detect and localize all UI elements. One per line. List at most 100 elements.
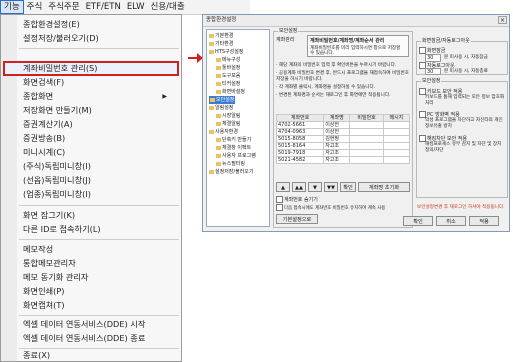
tree-item-hts-config[interactable]: HTS구성설정 xyxy=(209,48,243,56)
folder-icon xyxy=(209,129,214,134)
table-row[interactable]: 5015-8058 김현정 xyxy=(275,135,411,143)
menu-item-capture-screen[interactable]: 화면캡쳐(T) xyxy=(23,299,65,312)
menu-item-environment-settings[interactable]: 종합환경설정(E) xyxy=(23,18,80,31)
menu-stock-order[interactable]: 주식주문 xyxy=(45,0,82,14)
tree-item-market-alert[interactable]: 시장알림 xyxy=(216,112,240,120)
security-group-title: 보안설정 xyxy=(278,28,299,35)
tree-item-security[interactable]: 보안설정 xyxy=(209,96,236,104)
menu-item-dde-start[interactable]: 엑셀 데이터 연동서비스(DDE) 시작 xyxy=(23,318,145,331)
restore-defaults-button[interactable]: 기본설정으로 xyxy=(276,214,318,224)
tree-item-alerts[interactable]: 알림설정 xyxy=(209,104,233,112)
hacking-block-option[interactable]: 해킹차단 보안 적용 xyxy=(419,135,467,142)
logout-minutes-field[interactable]: 30 xyxy=(425,68,441,75)
account-note-3: · 각 계좌별 클릭시, 계좌명을 설정하실 수 있습니다. xyxy=(276,85,376,90)
hide-account-option[interactable]: 계좌번호 숨기기 xyxy=(276,196,318,203)
account-header-box: 계좌비밀번호/계좌명/계좌순서 관리 계좌비밀번호를 미리 입력하시면 창으로 … xyxy=(307,35,409,57)
menu-item-stock-mini-window[interactable]: (주식)독립미니창(I) xyxy=(23,160,91,173)
move-up-button[interactable]: ▲ xyxy=(276,182,290,192)
menu-item-sector-mini-window[interactable]: (업종)독립미니창(I) xyxy=(23,188,91,201)
menu-item-futures-mini-window[interactable]: (선옵)독립미니창(J) xyxy=(23,174,91,187)
tree-item-user-env[interactable]: 사용자환경 xyxy=(209,128,238,136)
table-row[interactable]: 5019-7918 자고조 xyxy=(275,149,411,157)
function-dropdown-menu: 종합환경설정(E) 설정저장/불러오기(D) 계좌비밀번호 관리(S) 화면검색… xyxy=(0,14,182,362)
logout-suffix: 분 미사용 시, 자동종료 xyxy=(444,69,488,74)
apply-button[interactable]: 적용 xyxy=(469,216,499,226)
folder-icon xyxy=(216,121,221,126)
reset-account-name-button[interactable]: 계좌명 초기화 xyxy=(358,182,410,192)
menu-etf-etn[interactable]: ETF/ETN xyxy=(83,0,124,14)
tree-item-toolbar[interactable]: 툴바설정 xyxy=(216,64,240,72)
tree-item-user-program[interactable]: 사용자 프로그램 xyxy=(216,152,256,160)
ok-button[interactable]: 확인 xyxy=(403,216,433,226)
table-row[interactable]: 4704-0963 이상헌 xyxy=(275,128,411,136)
menu-item-screen-search[interactable]: 화면검색(F) xyxy=(23,76,64,89)
menu-item-print-screen[interactable]: 화면인쇄(P) xyxy=(23,285,64,298)
screen-lock-option[interactable]: 화면잠금 xyxy=(419,47,445,54)
folder-icon xyxy=(216,161,221,166)
menu-item-screen-lock[interactable]: 화면 잠그기(K) xyxy=(23,209,75,222)
menu-item-exit[interactable]: 종료(X) xyxy=(23,349,50,362)
checkbox[interactable] xyxy=(419,88,426,95)
menu-function[interactable]: 기능 xyxy=(0,0,24,14)
menu-item-account-password[interactable]: 계좌비밀번호 관리(S) xyxy=(23,62,97,75)
menu-item-login-other-id[interactable]: 다른 ID로 접속하기(L) xyxy=(23,223,101,236)
menu-elw[interactable]: ELW xyxy=(124,0,148,14)
keyboard-security-desc: 키보드를 통해 입력되는 모든 정보 암호화 처리 xyxy=(425,95,505,106)
checkbox[interactable] xyxy=(419,47,426,54)
relogin-notice: 보안설정변경 후 재로그인 하셔야 적용됩니다. xyxy=(417,205,505,210)
tree-item-shortcut[interactable]: 단축키 만들기 xyxy=(216,136,251,144)
table-row[interactable]: 5021-4582 자고조 xyxy=(275,156,411,164)
tree-item-ticker[interactable]: 티커설정 xyxy=(216,80,240,88)
tree-item-save-load[interactable]: 설정저장/불러오기 xyxy=(209,168,254,176)
menu-item-write-memo[interactable]: 메모작성 xyxy=(23,243,53,256)
tree-item-screenbar[interactable]: 화면바설정 xyxy=(216,88,245,96)
account-note-4: · 변경된 계좌명과 순서는 재로그인 후 화면에만 적용됩니다. xyxy=(276,93,391,98)
table-row[interactable]: 5015-8164 자고조 xyxy=(275,142,411,150)
tree-item-news-filter[interactable]: 뉴스필터링 xyxy=(216,160,245,168)
account-note-2: · 공용계좌 비밀번호 변경 후, 반드시 프로그램을 재접속하여 비밀번호 저… xyxy=(276,71,409,82)
checkbox[interactable] xyxy=(419,135,426,142)
menu-item-calculator[interactable]: 증권계산기(A) xyxy=(23,118,73,131)
tree-item-trade-effect[interactable]: 체결창 이펙트 xyxy=(216,144,251,152)
tree-item-tools[interactable]: 도구모음 xyxy=(216,72,240,80)
folder-icon xyxy=(209,33,214,38)
menu-item-dde-stop[interactable]: 엑셀 데이터 연동서비스(DDE) 종료 xyxy=(23,332,145,345)
account-table: 계좌번호 계좌명 비밀번호 메시지 4702-5661 이상헌 4704-0963… xyxy=(275,114,411,164)
checkbox[interactable] xyxy=(276,196,283,203)
keep-password-option[interactable]: 다음 접속시에도 계좌번호 비밀번호 유지하여 계속 사용 xyxy=(276,204,385,212)
checkbox[interactable] xyxy=(419,111,426,118)
account-confirm-button[interactable]: 확인 xyxy=(340,182,356,192)
folder-icon xyxy=(209,41,214,46)
menu-stock[interactable]: 주식 xyxy=(24,0,46,14)
menu-item-memo-manager[interactable]: 통합메모관리자 xyxy=(23,257,76,270)
firewall-option[interactable]: PC 방화벽 적용 xyxy=(419,111,460,118)
cancel-button[interactable]: 취소 xyxy=(436,216,466,226)
menu-credit-loan[interactable]: 신용/대출 xyxy=(148,0,188,14)
tree-item-trade-alert[interactable]: 체결알림 xyxy=(216,120,240,128)
lock-minutes-field[interactable]: 30 xyxy=(425,54,441,62)
column-header: 비밀번호 xyxy=(349,114,384,122)
menu-item-general-screen[interactable]: 종합화면 ▶ xyxy=(23,90,173,103)
move-top-button[interactable]: ▲▲ xyxy=(292,182,306,192)
menu-item-settings-save-load[interactable]: 설정저장/불러오기(D) xyxy=(23,32,99,45)
checkbox[interactable] xyxy=(276,204,283,211)
folder-icon xyxy=(209,49,214,54)
table-row[interactable]: 4702-5661 이상헌 xyxy=(275,121,411,129)
folder-icon xyxy=(216,65,221,70)
menu-item-memo-sync[interactable]: 메모 동기화 관리자 xyxy=(23,271,88,284)
firewall-desc: 악성 프로그램을 차단하고 자신타의 개인정보유출 방지 xyxy=(425,118,503,129)
menu-item-broadcast[interactable]: 증권방송(B) xyxy=(23,132,65,145)
menu-item-mini-clock[interactable]: 미니시계(C) xyxy=(23,146,65,159)
menu-separator xyxy=(19,48,179,49)
menu-item-make-saved-screen[interactable]: 저장화면 만들기(M) xyxy=(23,104,92,117)
move-down-button[interactable]: ▼ xyxy=(308,182,322,192)
tree-item-menu-config[interactable]: 메뉴구성 xyxy=(216,56,240,64)
column-header: 계좌명 xyxy=(323,114,351,122)
menu-separator xyxy=(19,205,179,206)
tree-item-other[interactable]: 기타환경 xyxy=(209,40,233,48)
keyboard-security-option[interactable]: 키보드 보안 적용 xyxy=(419,88,462,95)
tree-item-basic[interactable]: 기본환경 xyxy=(209,32,233,40)
lock-suffix: 분 미사용 시, 자동잠금 xyxy=(444,55,488,60)
close-button[interactable]: × xyxy=(498,16,507,24)
move-bottom-button[interactable]: ▼▼ xyxy=(324,182,338,192)
